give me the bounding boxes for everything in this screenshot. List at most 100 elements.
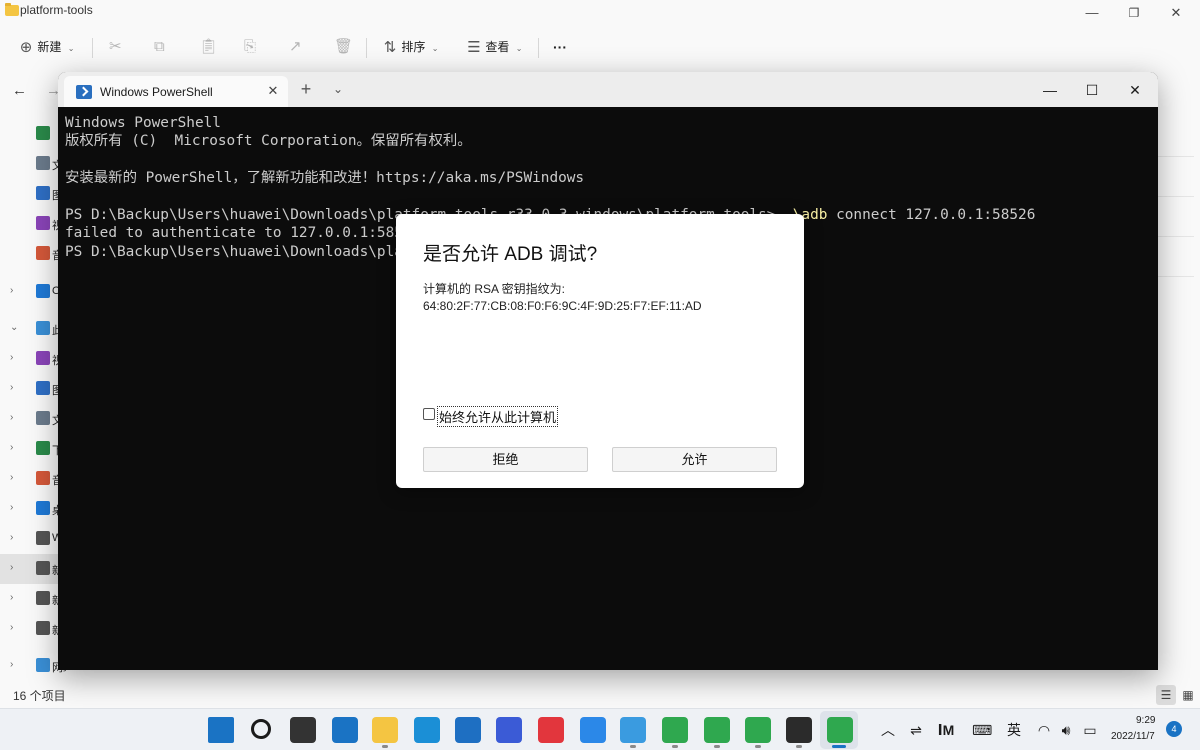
dialog-title: 是否允许 ADB 调试? [423,244,598,265]
terminal-icon[interactable] [786,717,812,743]
delete-icon[interactable]: 🗑︎ [334,34,353,60]
huawei-manager-tray-icon[interactable]: ⅼM [936,721,956,739]
edge-icon[interactable] [414,717,440,743]
rsa-fingerprint: 64:80:2F:77:CB:08:F0:F6:9C:4F:9D:25:F7:E… [423,299,702,313]
android-green-3-icon[interactable] [745,717,771,743]
sidebar-item[interactable]: › 文 [0,404,62,434]
chevron-right-icon[interactable]: › [10,592,13,603]
wifi-icon[interactable]: ◠ [1034,721,1054,739]
paste-icon[interactable]: 📋︎ [199,34,218,60]
details-view-icon[interactable]: ☰ [1156,685,1176,705]
fingerprint-label: 计算机的 RSA 密钥指纹为: [423,282,566,296]
new-tab-button[interactable]: + [296,79,316,99]
explorer-title: platform-tools [20,3,93,17]
chevron-right-icon[interactable]: › [10,562,13,573]
sidebar-item[interactable]: › 新 [0,554,62,584]
volume-icon[interactable]: 🔊︎ [1056,721,1076,739]
minimize-button[interactable]: — [1040,80,1060,100]
deny-button[interactable]: 拒绝 [423,447,588,472]
task-view-icon[interactable] [290,717,316,743]
battery-icon[interactable]: ▭ [1080,721,1100,739]
sidebar-item-icon [36,621,50,635]
adb-debug-dialog: 是否允许 ADB 调试? 计算机的 RSA 密钥指纹为: 64:80:2F:77… [396,214,804,488]
android-green-1-icon[interactable] [662,717,688,743]
huawei-pc-manager-icon[interactable] [496,717,522,743]
cut-icon[interactable]: ✂ [109,34,122,60]
divider [366,38,367,58]
notification-badge[interactable]: 4 [1166,721,1182,737]
tray-chevron-icon[interactable]: ︿ [878,721,898,739]
clock-date[interactable]: 2022/11/7 [1111,731,1155,742]
tab-windows-powershell[interactable]: Windows PowerShell ✕ [64,76,288,107]
sidebar-item[interactable]: › 视 [0,344,62,374]
file-explorer-icon[interactable] [372,717,398,743]
sidebar-item[interactable]: › 新 [0,584,62,614]
chevron-down-icon[interactable]: ⌄ [10,322,18,333]
explorer-command-bar: ⊕ 新建 ⌄ ✂ ⧉ 📋︎ ⎘ ↗ 🗑︎ ⇅ 排序 ⌄ ☰ 查看 ⌄ ··· [0,26,1200,68]
sidebar-item[interactable]: › 下 [0,434,62,464]
sidebar-item[interactable]: 文 [0,149,62,179]
sidebar-item[interactable]: › 音 [0,464,62,494]
chevron-right-icon[interactable]: › [10,352,13,363]
minimize-button[interactable]: — [1082,4,1102,22]
powershell-icon [76,85,92,99]
maximize-button[interactable]: ☐ [1082,80,1102,100]
photos-icon[interactable] [620,717,646,743]
chevron-down-icon[interactable]: ⌄ [328,79,348,99]
widgets-icon[interactable] [332,717,358,743]
chevron-right-icon[interactable]: › [10,472,13,483]
chevron-right-icon[interactable]: › [10,659,13,670]
row-divider [1158,236,1194,237]
ime-indicator[interactable]: 英 [1004,721,1024,739]
sidebar-item[interactable]: ›On [0,277,66,307]
more-options-button[interactable]: ··· [553,34,567,60]
sidebar-item-icon [36,381,50,395]
chevron-right-icon[interactable]: › [10,382,13,393]
always-allow-label[interactable]: 始终允许从此计算机 [437,406,559,427]
settings-sliders-icon[interactable]: ⇌ [906,721,926,739]
always-allow-checkbox[interactable] [423,408,435,420]
start-icon[interactable] [208,717,234,743]
new-button[interactable]: ⊕ 新建 ⌄ [18,34,75,60]
tab-close-icon[interactable]: ✕ [264,82,282,100]
explorer-titlebar: platform-tools — ❐ ✕ [0,0,1200,26]
sidebar-item[interactable]: ⌄ 此 [0,314,62,344]
search-icon[interactable] [251,719,271,739]
restore-button[interactable]: ❐ [1124,4,1144,22]
sidebar-item[interactable] [0,119,60,149]
terminal-line: Windows PowerShell [65,115,221,131]
allow-button[interactable]: 允许 [612,447,777,472]
store-icon[interactable] [455,717,481,743]
chevron-right-icon[interactable]: › [10,622,13,633]
rename-icon[interactable]: ⎘ [244,34,256,60]
android-green-4-icon[interactable] [827,717,853,743]
keyboard-icon[interactable]: ⌨ [972,721,992,739]
chevron-right-icon[interactable]: › [10,442,13,453]
chevron-right-icon[interactable]: › [10,285,13,296]
close-button[interactable]: ✕ [1166,4,1186,22]
tiles-view-icon[interactable]: ▦ [1178,685,1198,705]
sidebar-item[interactable]: › 桌 [0,494,62,524]
clock-time[interactable]: 9:29 [1136,715,1155,726]
view-button[interactable]: ☰ 查看 ⌄ [466,34,522,60]
cloud-icon[interactable] [580,717,606,743]
sidebar-item[interactable]: 视 [0,209,62,239]
sidebar-item[interactable]: ›网络 [0,651,66,681]
sidebar-item[interactable]: › W [0,524,62,554]
close-button[interactable]: ✕ [1125,80,1145,100]
sidebar-item[interactable]: › 图 [0,374,62,404]
chevron-down-icon: ⌄ [431,44,439,53]
back-arrow-icon[interactable]: ← [12,82,27,99]
running-indicator [672,745,678,748]
share-icon[interactable]: ↗ [289,34,302,60]
chevron-right-icon[interactable]: › [10,502,13,513]
android-green-2-icon[interactable] [704,717,730,743]
sort-button[interactable]: ⇅ 排序 ⌄ [382,34,439,60]
copy-icon[interactable]: ⧉ [154,34,165,60]
huawei-appgallery-icon[interactable] [538,717,564,743]
sidebar-item[interactable]: › 新 [0,614,62,644]
sidebar-item[interactable]: 图 [0,179,62,209]
sidebar-item[interactable]: 音 [0,239,62,269]
chevron-right-icon[interactable]: › [10,532,13,543]
chevron-right-icon[interactable]: › [10,412,13,423]
